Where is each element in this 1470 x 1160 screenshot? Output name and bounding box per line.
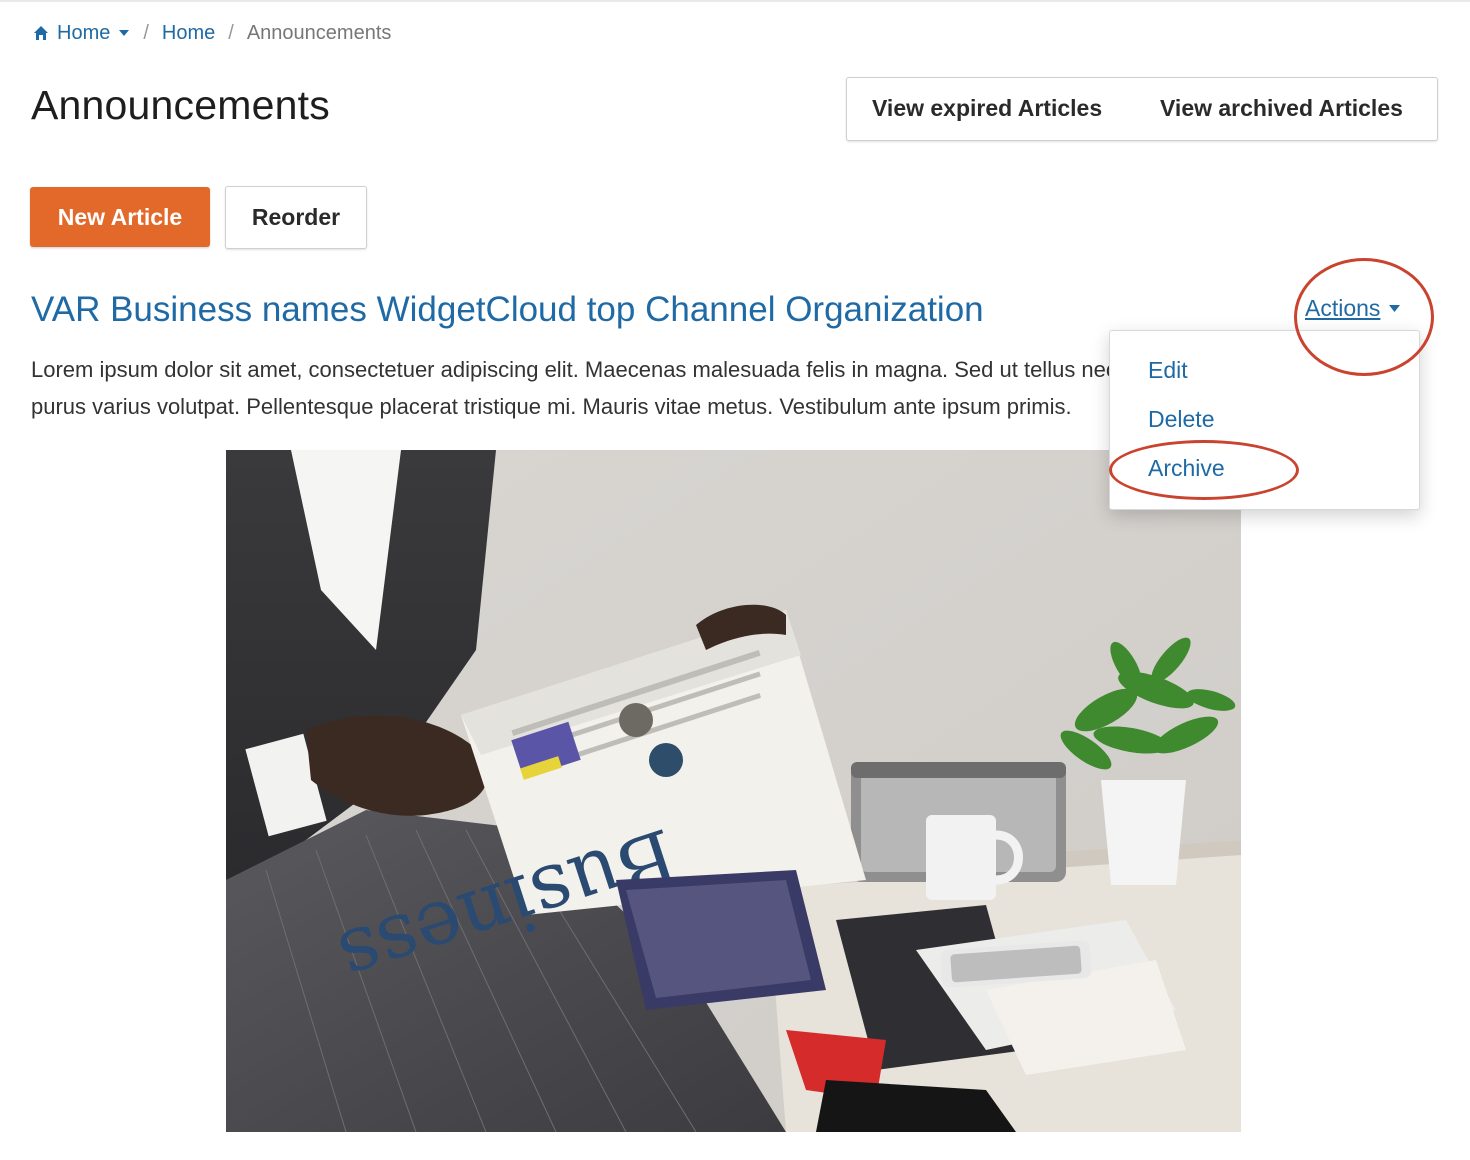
breadcrumb-home[interactable]: Home bbox=[162, 22, 215, 45]
chevron-down-icon[interactable] bbox=[1388, 304, 1401, 313]
view-archived-articles-button[interactable]: View archived Articles bbox=[1160, 95, 1403, 122]
page-title: Announcements bbox=[31, 82, 330, 128]
home-icon bbox=[34, 26, 48, 40]
breadcrumb-current: Announcements bbox=[246, 21, 392, 44]
top-border bbox=[0, 0, 1470, 2]
breadcrumb-separator: / bbox=[143, 21, 149, 44]
chevron-down-icon[interactable] bbox=[118, 29, 130, 37]
article-body: Lorem ipsum dolor sit amet, consectetuer… bbox=[31, 357, 1117, 419]
article-photo: Business bbox=[226, 450, 1241, 1132]
view-expired-articles-button[interactable]: View expired Articles bbox=[872, 95, 1102, 122]
actions-dropdown-toggle[interactable]: Actions bbox=[1305, 295, 1401, 322]
breadcrumb-home-dropdown[interactable]: Home bbox=[57, 22, 110, 45]
menu-item-edit[interactable]: Edit bbox=[1148, 357, 1188, 384]
actions-dropdown-menu: Edit Delete Archive bbox=[1109, 330, 1420, 510]
breadcrumb: Home / Home / Announcements bbox=[32, 19, 391, 47]
new-article-button[interactable]: New Article bbox=[30, 187, 210, 247]
menu-item-delete[interactable]: Delete bbox=[1148, 406, 1214, 433]
article-image: Business bbox=[226, 450, 1241, 1132]
reorder-button[interactable]: Reorder bbox=[225, 186, 367, 249]
breadcrumb-separator: / bbox=[228, 21, 234, 44]
menu-item-archive[interactable]: Archive bbox=[1148, 455, 1225, 482]
actions-label[interactable]: Actions bbox=[1305, 295, 1380, 322]
view-articles-button-group: View expired Articles View archived Arti… bbox=[846, 77, 1438, 141]
article-title[interactable]: VAR Business names WidgetCloud top Chann… bbox=[31, 290, 984, 330]
